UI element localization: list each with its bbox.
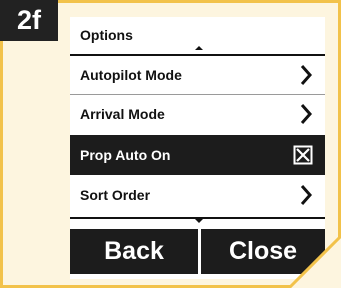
scroll-down-icon[interactable] [195,219,203,223]
chevron-right-icon [300,65,313,85]
menu-item-label: Sort Order [80,187,151,203]
back-button[interactable]: Back [70,229,198,274]
menu-item-sort-order[interactable]: Sort Order [70,176,325,214]
checkbox-checked-icon[interactable] [293,145,313,165]
options-screen: Options Autopilot Mode Arrival Mode Prop… [70,17,325,279]
menu-item-label: Arrival Mode [80,106,165,122]
chevron-right-icon [300,185,313,205]
close-button[interactable]: Close [201,229,325,274]
menu-item-prop-auto-on[interactable]: Prop Auto On [70,135,325,175]
menu-item-label: Prop Auto On [80,147,171,163]
scroll-up-icon[interactable] [195,46,203,50]
step-tag: 2f [0,0,58,41]
menu-item-label: Autopilot Mode [80,67,182,83]
menu-item-autopilot-mode[interactable]: Autopilot Mode [70,56,325,94]
chevron-right-icon [300,104,313,124]
panel-frame: 2f Options Autopilot Mode Arrival Mode P… [0,0,341,288]
menu-item-arrival-mode[interactable]: Arrival Mode [70,95,325,133]
